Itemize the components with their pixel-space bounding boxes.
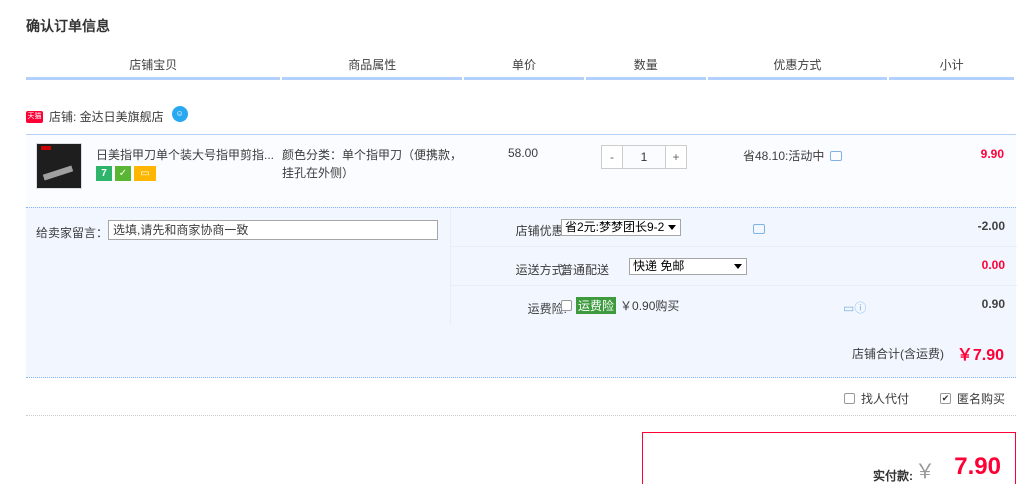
- unit-price: 58.00: [508, 146, 539, 160]
- wangwang-chat-icon[interactable]: ☺: [171, 105, 188, 122]
- message-icon[interactable]: [830, 150, 843, 161]
- message-icon[interactable]: [753, 224, 765, 234]
- item-subtotal: 9.90: [980, 147, 1004, 161]
- anonymous-checkbox[interactable]: [940, 393, 951, 404]
- order-extras-panel: 给卖家留言： 选填,请先和商家协商一致 店铺优惠: 省2元:梦梦团长9-2 -2…: [26, 207, 1017, 326]
- discount-info: 省48.10:活动中: [743, 147, 843, 164]
- shop-total-value: ￥7.90: [956, 347, 1004, 364]
- shipping-selected: 快递 免邮: [633, 259, 685, 273]
- quantity-increase-button[interactable]: +: [665, 145, 687, 169]
- product-name-link[interactable]: 日美指甲刀单个装大号指甲剪指...: [96, 146, 276, 163]
- column-header: 店铺宝贝 商品属性 单价 数量 优惠方式 小计: [26, 56, 1016, 80]
- quantity-input[interactable]: 1: [623, 145, 665, 169]
- shipping-amount: 0.00: [981, 258, 1005, 272]
- discount-text: 省48.10:活动中: [743, 149, 825, 163]
- product-thumbnail[interactable]: [36, 143, 82, 189]
- service-badges: 7 ✓ ▭: [96, 166, 156, 181]
- col-subtotal: 小计: [889, 56, 1014, 80]
- page-title: 确认订单信息: [26, 18, 110, 34]
- shipping-row: 运送方式: 普通配送 快递 免邮 0.00: [451, 247, 1017, 286]
- shop-discount-amount: -2.00: [977, 219, 1005, 233]
- shop-discount-row: 店铺优惠: 省2元:梦梦团长9-2 -2.00: [451, 208, 1017, 247]
- proxy-pay-checkbox[interactable]: [844, 393, 855, 404]
- dropdown-arrow-icon: [668, 225, 677, 230]
- shop-discount-selected: 省2元:梦梦团长9-2: [565, 220, 665, 234]
- insurance-checkbox[interactable]: [561, 300, 572, 311]
- quantity-decrease-button[interactable]: -: [601, 145, 623, 169]
- shop-discount-label: 店铺优惠:: [515, 224, 567, 238]
- dropdown-arrow-icon: [734, 264, 742, 269]
- seven-day-return-icon: 7: [96, 166, 112, 181]
- product-attributes: 颜色分类：单个指甲刀（便携款，挂孔在外侧）: [282, 148, 463, 180]
- shop-total-label: 店铺合计(含运费): [852, 347, 944, 361]
- order-options: 店铺优惠: 省2元:梦梦团长9-2 -2.00 运送方式: 普通配送 快递 免邮…: [450, 208, 1017, 326]
- insurance-amount: 0.90: [981, 297, 1005, 311]
- currency-symbol: ￥: [915, 461, 935, 483]
- col-price: 单价: [464, 56, 584, 80]
- help-icon[interactable]: ▭ⓘ: [843, 299, 866, 316]
- payment-value: 7.90: [954, 453, 1001, 480]
- proxy-pay-option[interactable]: 找人代付: [844, 390, 909, 407]
- insurance-option: 运费险 ￥0.90购买: [561, 297, 679, 314]
- memo-label: 给卖家留言：: [36, 226, 109, 240]
- credit-card-icon: ▭: [134, 166, 156, 181]
- insurance-tag: 运费险: [576, 297, 617, 314]
- shipping-select[interactable]: 快递 免邮: [629, 258, 747, 275]
- payment-label: 实付款:: [873, 469, 913, 483]
- col-discount: 优惠方式: [707, 56, 888, 80]
- tmall-icon: 天猫: [26, 110, 43, 123]
- col-quantity: 数量: [585, 56, 706, 80]
- shop-discount-select[interactable]: 省2元:梦梦团长9-2: [561, 219, 682, 236]
- col-shop-item: 店铺宝贝: [26, 56, 281, 80]
- order-item-row: 日美指甲刀单个装大号指甲剪指... 7 ✓ ▭ 颜色分类：单个指甲刀（便携款，挂…: [26, 134, 1016, 206]
- shipping-type: 普通配送: [561, 263, 610, 277]
- payment-summary: 实付款: ￥ 7.90: [642, 432, 1016, 484]
- anonymous-label: 匿名购买: [957, 392, 1006, 406]
- shop-total-bar: 店铺合计(含运费) ￥7.90: [26, 325, 1016, 378]
- proxy-pay-label: 找人代付: [861, 392, 910, 406]
- shipping-label: 运送方式:: [515, 263, 567, 277]
- guarantee-icon: ✓: [115, 166, 131, 181]
- quantity-stepper: - 1 +: [601, 145, 687, 169]
- shop-row: 天猫 店铺: 金达日美旗舰店 ☺: [26, 105, 188, 125]
- col-attributes: 商品属性: [282, 56, 463, 80]
- insurance-row: 运费险: 运费险 ￥0.90购买 ▭ⓘ 0.90: [451, 286, 1017, 325]
- seller-memo-input[interactable]: 选填,请先和商家协商一致: [108, 220, 438, 240]
- order-options-bar: 找人代付 匿名购买: [26, 378, 1016, 416]
- shop-name[interactable]: 店铺: 金达日美旗舰店: [49, 108, 164, 125]
- insurance-desc: ￥0.90购买: [620, 299, 680, 313]
- anonymous-option[interactable]: 匿名购买: [940, 390, 1005, 407]
